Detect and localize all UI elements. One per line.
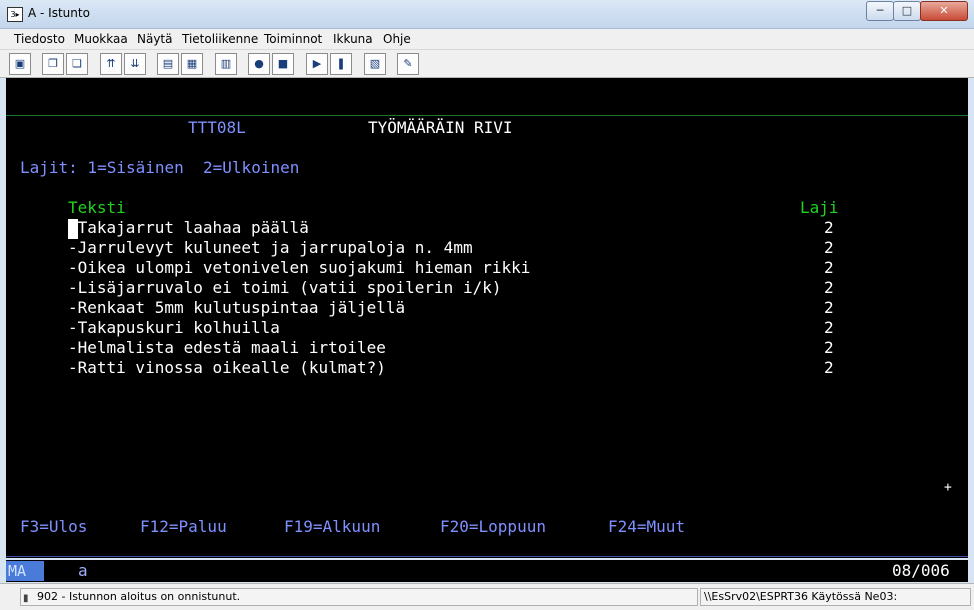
mode-indicator: MA <box>6 561 44 581</box>
menu-tiedosto[interactable]: Tiedosto <box>14 32 65 46</box>
status-message-box: ▮ 902 - Istunnon aloitus on onnistunut. <box>20 588 698 606</box>
print-screen-icon[interactable]: ▣ <box>9 53 31 75</box>
menu-ikkuna[interactable]: Ikkuna <box>333 32 373 46</box>
fkey-f12[interactable]: F12=Paluu <box>140 517 227 537</box>
terminal-session-icon[interactable]: 3▸ <box>7 7 23 22</box>
row-type[interactable]: 2 <box>824 218 834 238</box>
send-file-icon[interactable]: ⇈ <box>100 53 122 75</box>
row-text[interactable]: -Lisäjarruvalo ei toimi (vatii spoilerin… <box>68 278 501 298</box>
connection-info-box: \\EsSrv02\ESPRT36 Käytössä Ne03: <box>700 588 971 606</box>
close-button[interactable]: ✕ <box>920 1 968 21</box>
cursor-position: 08/006 <box>892 561 950 580</box>
column-header-type: Laji <box>800 198 839 217</box>
row-type[interactable]: 2 <box>824 278 834 298</box>
fkey-f24[interactable]: F24=Muut <box>608 517 685 537</box>
receive-file-icon[interactable]: ⇊ <box>124 53 146 75</box>
keyboard-map-icon[interactable]: ▦ <box>181 53 203 75</box>
row-type[interactable]: 2 <box>824 338 834 358</box>
row-type[interactable]: 2 <box>824 298 834 318</box>
paste-icon[interactable]: ❏ <box>66 53 88 75</box>
more-indicator: + <box>944 480 952 495</box>
play-macro-icon[interactable]: ▶ <box>306 53 328 75</box>
row-text[interactable]: -Helmalista edestä maali irtoilee <box>68 338 386 358</box>
row-text[interactable]: -Ratti vinossa oikealle (kulmat?) <box>68 358 386 378</box>
fkey-f20[interactable]: F20=Loppuun <box>440 517 546 537</box>
connection-info: \\EsSrv02\ESPRT36 Käytössä Ne03: <box>704 590 898 603</box>
terminal-screen[interactable]: TTT08L TYÖMÄÄRÄIN RIVI Lajit: 1=Sisäinen… <box>6 78 968 558</box>
toolbar: ▣ ❐ ❏ ⇈ ⇊ ▤ ▦ ▥ ● ■ ▶ ❚ ▧ ✎ <box>0 50 974 78</box>
menu-nayta[interactable]: Näytä <box>137 32 173 46</box>
display-icon[interactable]: ▤ <box>157 53 179 75</box>
row-type[interactable]: 2 <box>824 238 834 258</box>
row-text[interactable]: -Oikea ulompi vetonivelen suojakumi hiem… <box>68 258 530 278</box>
row-type[interactable]: 2 <box>824 358 834 378</box>
stop-macro-icon[interactable]: ■ <box>272 53 294 75</box>
row-text[interactable]: -Renkaat 5mm kulutuspintaa jäljellä <box>68 298 405 318</box>
pause-macro-icon[interactable]: ❚ <box>330 53 352 75</box>
row-type[interactable]: 2 <box>824 258 834 278</box>
menu-toiminnot[interactable]: Toiminnot <box>264 32 322 46</box>
row-text[interactable]: -Takapuskuri kolhuilla <box>68 318 280 338</box>
screen-heading: TYÖMÄÄRÄIN RIVI <box>368 118 513 137</box>
row-type[interactable]: 2 <box>824 318 834 338</box>
menu-ohje[interactable]: Ohje <box>383 32 411 46</box>
row-text[interactable]: -Jarrulevyt kuluneet ja jarrupaloja n. 4… <box>68 238 473 258</box>
record-macro-icon[interactable]: ● <box>248 53 270 75</box>
menu-tietoliikenne[interactable]: Tietoliikenne <box>182 32 258 46</box>
title-bar: 3▸ A - Istunto ─ □ ✕ <box>0 0 974 29</box>
fkey-f3[interactable]: F3=Ulos <box>20 517 87 537</box>
minimize-button[interactable]: ─ <box>866 1 894 21</box>
column-header-text: Teksti <box>68 198 126 217</box>
separator-top <box>6 115 968 116</box>
status-icon: ▮ <box>23 593 29 604</box>
operator-info-area: MA a 08/006 <box>6 560 968 582</box>
program-id: TTT08L <box>188 118 246 137</box>
window-title: A - Istunto <box>28 6 90 20</box>
fkey-f19[interactable]: F19=Alkuun <box>284 517 380 537</box>
separator-bottom <box>6 556 968 557</box>
copy-icon[interactable]: ❐ <box>42 53 64 75</box>
menu-muokkaa[interactable]: Muokkaa <box>74 32 128 46</box>
row-text[interactable]: -Takajarrut laahaa päällä <box>68 218 309 238</box>
status-message: 902 - Istunnon aloitus on onnistunut. <box>37 590 241 603</box>
menu-bar: Tiedosto Muokkaa Näytä Tietoliikenne Toi… <box>0 29 974 50</box>
maximize-button[interactable]: □ <box>893 1 921 21</box>
session-indicator: a <box>78 561 88 580</box>
macro-icon[interactable]: ▥ <box>215 53 237 75</box>
status-bar: ▮ 902 - Istunnon aloitus on onnistunut. … <box>0 583 974 610</box>
types-legend: Lajit: 1=Sisäinen 2=Ulkoinen <box>20 158 300 177</box>
help-icon[interactable]: ✎ <box>397 53 419 75</box>
clipboard-icon[interactable]: ▧ <box>364 53 386 75</box>
